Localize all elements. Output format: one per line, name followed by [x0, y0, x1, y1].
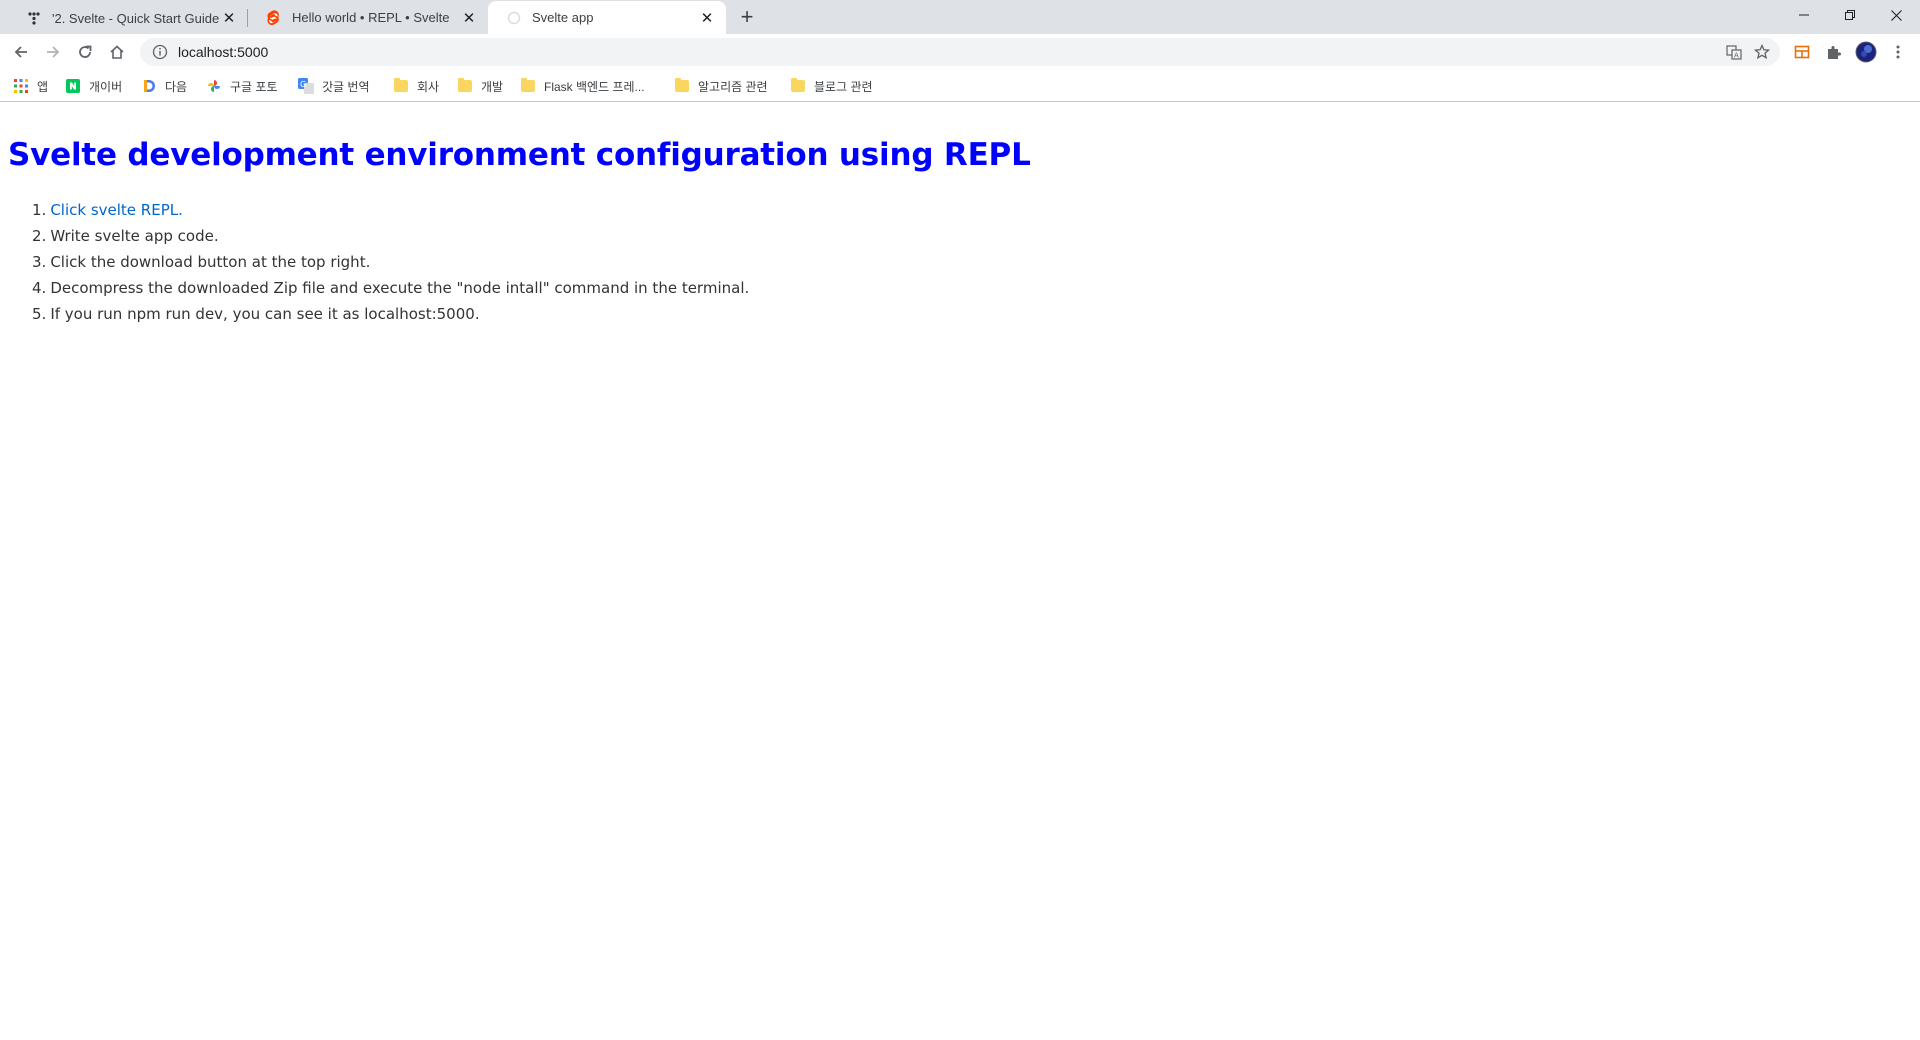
daum-icon	[141, 78, 157, 94]
bookmark-label: 갓글 번역	[322, 79, 370, 94]
page-content: Svelte development environment configura…	[0, 103, 1920, 1040]
naver-icon	[65, 78, 81, 94]
extension-orange-icon[interactable]	[1788, 38, 1816, 66]
bookmark-folder-company[interactable]: 회사	[393, 76, 439, 96]
step-text: Click the download button at the top rig…	[50, 253, 371, 271]
address-bar[interactable]: localhost:5000 A	[140, 38, 1780, 66]
close-tab-icon[interactable]: ✕	[697, 8, 717, 28]
step-text: Decompress the downloaded Zip file and e…	[50, 279, 750, 297]
step-number: 3.	[32, 253, 47, 271]
bookmark-label: 블로그 관련	[814, 79, 873, 94]
google-photos-icon	[206, 78, 222, 94]
reload-button[interactable]	[71, 38, 99, 66]
bookmark-label: 구글 포토	[230, 79, 278, 94]
svelte-logo-icon	[266, 9, 282, 26]
minimize-button[interactable]	[1781, 0, 1827, 30]
step-text: Write svelte app code.	[50, 227, 219, 245]
back-button[interactable]	[7, 38, 35, 66]
list-item: 3. Click the download button at the top r…	[32, 249, 749, 275]
tab-title: '2. Svelte - Quick Start Guide로	[52, 11, 219, 26]
bookmark-naver[interactable]: 개이버	[65, 76, 122, 96]
google-translate-icon: G	[298, 78, 314, 94]
step-number: 1.	[32, 201, 47, 219]
list-item: 1. Click svelte REPL.	[32, 197, 749, 223]
bookmark-label: 개이버	[89, 79, 123, 94]
folder-icon	[790, 78, 806, 94]
bookmark-label: 알고리즘 관련	[698, 79, 768, 94]
forward-button[interactable]	[39, 38, 67, 66]
step-number: 4.	[32, 279, 47, 297]
tab-title: Svelte app	[532, 10, 594, 25]
apps-grid-icon	[13, 78, 29, 94]
tab-title: Hello world • REPL • Svelte	[292, 10, 450, 25]
bookmark-label: 개발	[481, 79, 504, 94]
bookmark-folder-flask[interactable]: Flask 백엔드 프레...	[520, 76, 645, 96]
bookmark-google-photos[interactable]: 구글 포토	[206, 76, 278, 96]
bookmark-label: 앱	[37, 79, 49, 94]
steps-list: 1. Click svelte REPL. 2. Write svelte app …	[32, 197, 750, 327]
bookmark-star-icon[interactable]	[1748, 38, 1776, 66]
new-tab-button[interactable]: +	[733, 4, 761, 29]
step-number: 5.	[32, 305, 47, 323]
svelte-faint-icon	[506, 10, 522, 26]
bookmark-google-translate[interactable]: G 갓글 번역	[298, 76, 370, 96]
bookmark-label: 회사	[417, 79, 440, 94]
url-text: localhost:5000	[178, 44, 269, 60]
folder-icon	[674, 78, 690, 94]
info-icon[interactable]	[152, 44, 168, 60]
list-item: 4. Decompress the downloaded Zip file and…	[32, 275, 750, 301]
bookmark-folder-dev[interactable]: 개발	[457, 76, 503, 96]
profile-avatar[interactable]	[1852, 38, 1880, 66]
bookmark-daum[interactable]: 다음	[141, 76, 187, 96]
folder-icon	[520, 78, 536, 94]
close-tab-icon[interactable]: ✕	[219, 8, 239, 28]
menu-kebab-icon[interactable]	[1884, 38, 1912, 66]
tab-svelte-app[interactable]: Svelte app ✕	[488, 1, 726, 34]
tab-svelte-repl[interactable]: Hello world • REPL • Svelte ✕	[248, 1, 488, 34]
bookmarks-bar: 앱 개이버 다음 구글 포토 G 갓글 번역 회사 개발 Flask 백엔드 프…	[0, 70, 1920, 102]
bookmark-folder-algorithm[interactable]: 알고리즘 관련	[674, 76, 768, 96]
step-number: 2.	[32, 227, 47, 245]
tab-strip: '2. Svelte - Quick Start Guide로 ✕ Hello …	[0, 0, 1920, 34]
bookmark-folder-blog[interactable]: 블로그 관련	[790, 76, 873, 96]
svg-text:G: G	[300, 80, 306, 89]
restore-button[interactable]	[1827, 0, 1873, 30]
bookmark-label: 다음	[165, 79, 188, 94]
extensions-puzzle-icon[interactable]	[1820, 38, 1848, 66]
browser-toolbar: localhost:5000 A	[0, 34, 1920, 70]
bookmark-apps[interactable]: 앱	[13, 76, 48, 96]
close-tab-icon[interactable]: ✕	[459, 8, 479, 28]
svg-text:A: A	[1734, 52, 1739, 60]
list-item: 5. If you run npm run dev, you can see it…	[32, 301, 749, 327]
bookmark-label: Flask 백엔드 프레...	[544, 79, 645, 94]
list-item: 2. Write svelte app code.	[32, 223, 749, 249]
tistory-icon	[26, 10, 42, 26]
step-text: If you run npm run dev, you can see it a…	[50, 305, 480, 323]
folder-icon	[457, 78, 473, 94]
translate-icon[interactable]: A	[1720, 38, 1748, 66]
tab-tistory[interactable]: '2. Svelte - Quick Start Guide로 ✕	[8, 1, 248, 34]
svelte-repl-link[interactable]: Click svelte REPL.	[50, 201, 183, 219]
close-window-button[interactable]	[1873, 0, 1919, 30]
page-heading: Svelte development environment configura…	[8, 137, 1031, 173]
folder-icon	[393, 78, 409, 94]
home-button[interactable]	[103, 38, 131, 66]
